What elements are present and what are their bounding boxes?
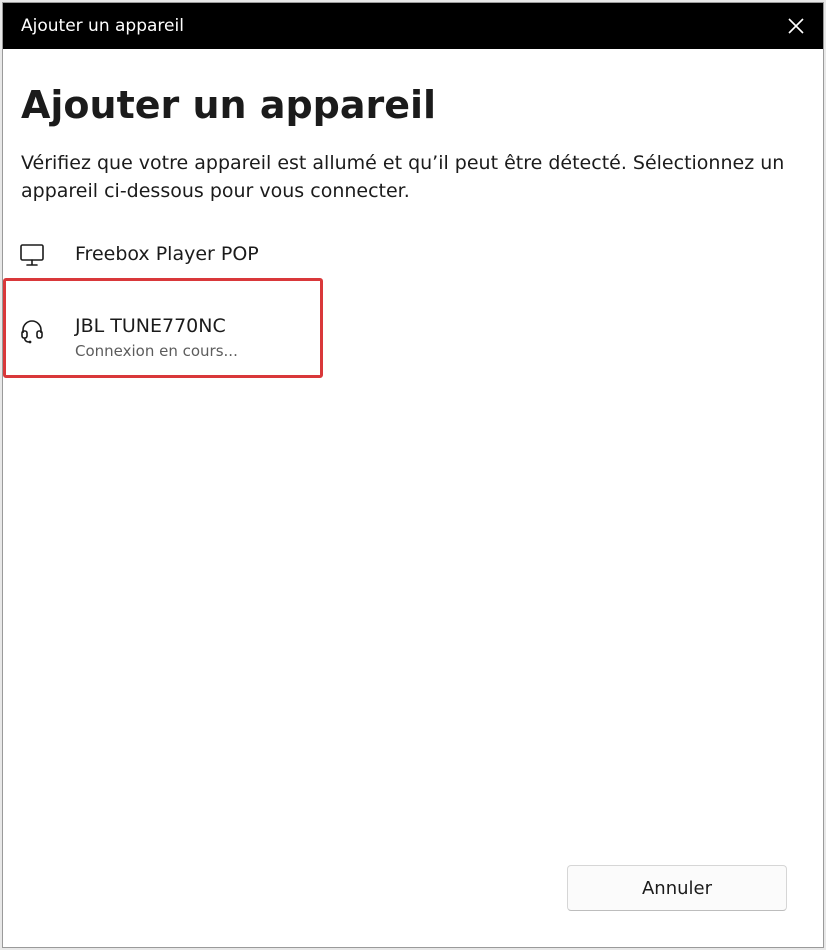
add-device-dialog: Ajouter un appareil Ajouter un appareil …: [2, 2, 824, 948]
device-name: Freebox Player POP: [75, 243, 259, 265]
device-item-freebox[interactable]: Freebox Player POP: [3, 231, 823, 277]
device-status: Connexion en cours...: [75, 342, 238, 360]
close-icon: [788, 18, 804, 34]
close-button[interactable]: [777, 7, 815, 45]
device-item-jbl[interactable]: JBL TUNE770NC Connexion en cours...: [3, 278, 823, 378]
page-title: Ajouter un appareil: [21, 83, 437, 127]
monitor-icon: [20, 244, 44, 266]
headset-icon: [21, 320, 43, 344]
device-name: JBL TUNE770NC: [75, 315, 226, 337]
window-title: Ajouter un appareil: [21, 16, 184, 36]
instructions-text: Vérifiez que votre appareil est allumé e…: [21, 152, 785, 202]
title-bar: Ajouter un appareil: [3, 3, 823, 49]
cancel-button[interactable]: Annuler: [567, 865, 787, 911]
